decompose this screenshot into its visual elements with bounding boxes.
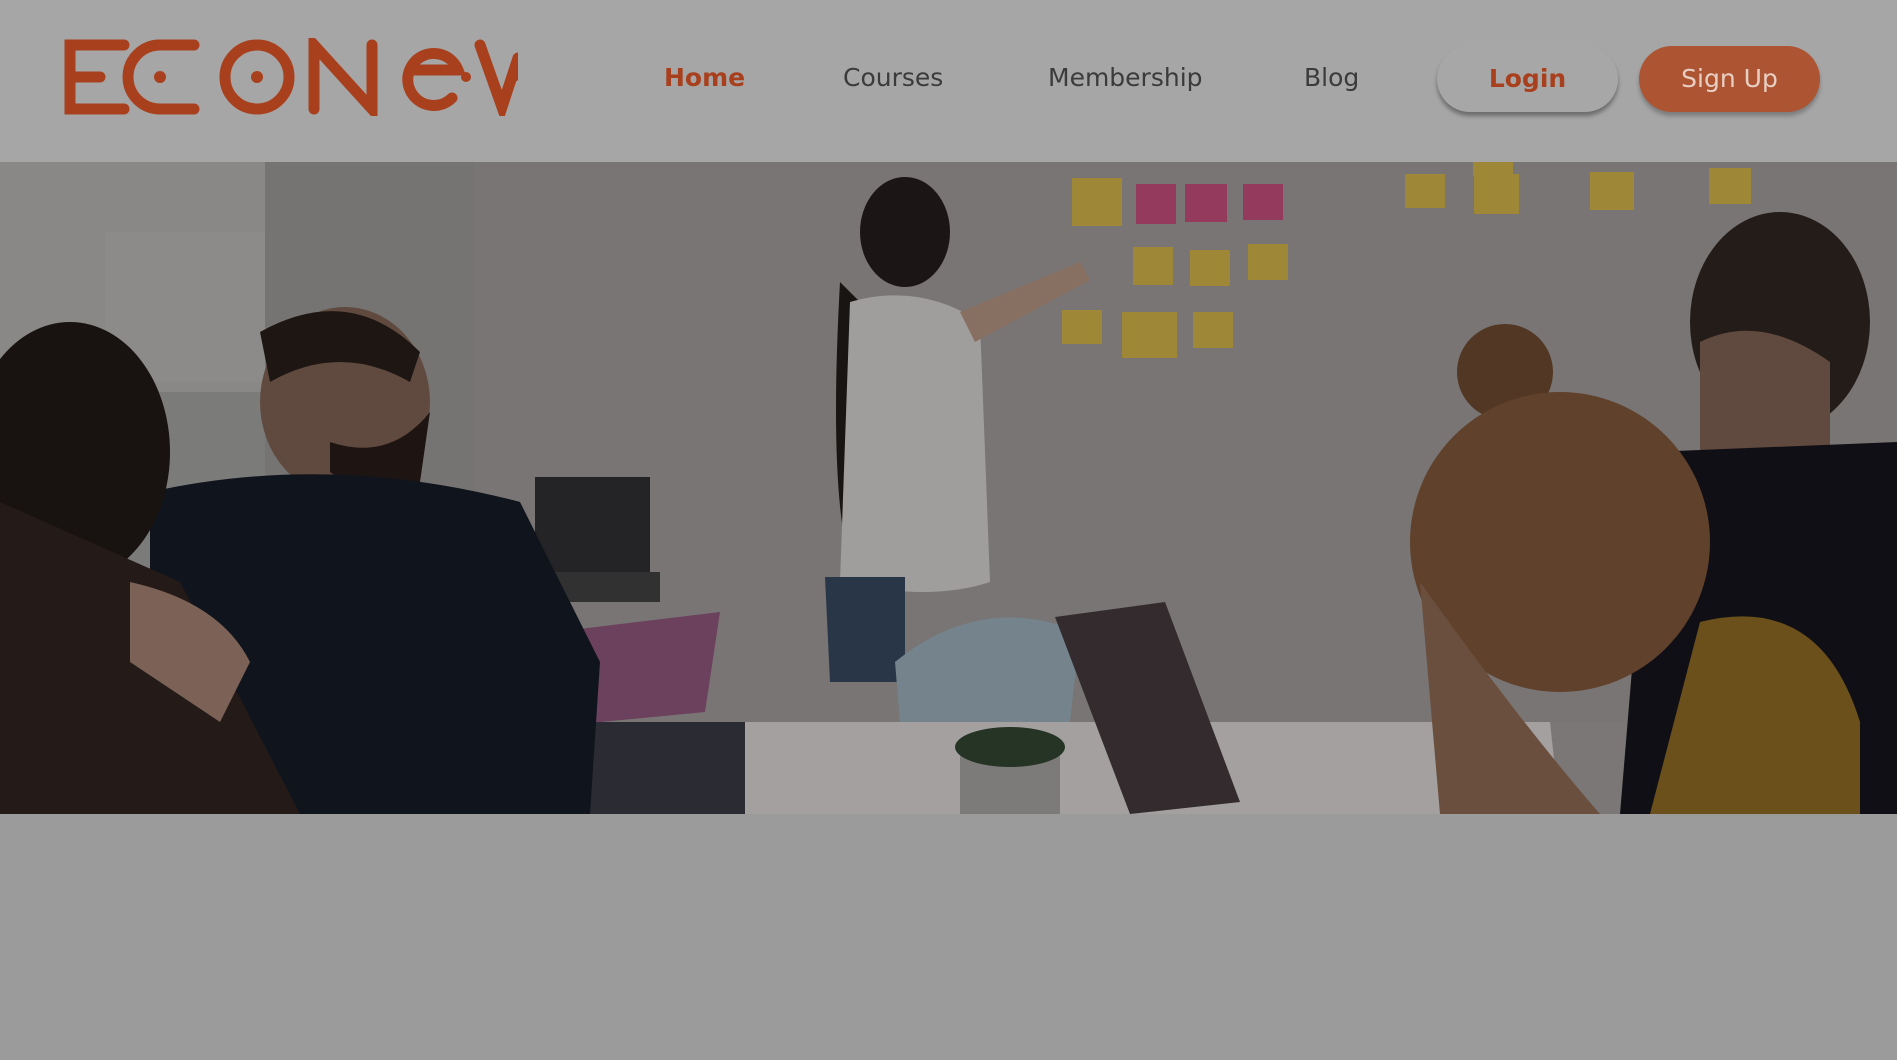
- page: Home Courses Membership Blog Login Sign …: [0, 0, 1897, 1060]
- page-body: [0, 814, 1897, 1060]
- signup-button[interactable]: Sign Up: [1639, 46, 1820, 112]
- econev-logo[interactable]: [62, 38, 518, 116]
- hero-image: [0, 162, 1897, 814]
- nav-membership[interactable]: Membership: [1048, 60, 1203, 96]
- hero-photo: [0, 162, 1897, 814]
- logo-mark: [64, 38, 518, 116]
- nav-home[interactable]: Home: [664, 60, 745, 96]
- nav-courses[interactable]: Courses: [843, 60, 943, 96]
- site-header: Home Courses Membership Blog Login Sign …: [0, 0, 1897, 162]
- nav-blog[interactable]: Blog: [1304, 60, 1359, 96]
- login-button[interactable]: Login: [1437, 46, 1618, 112]
